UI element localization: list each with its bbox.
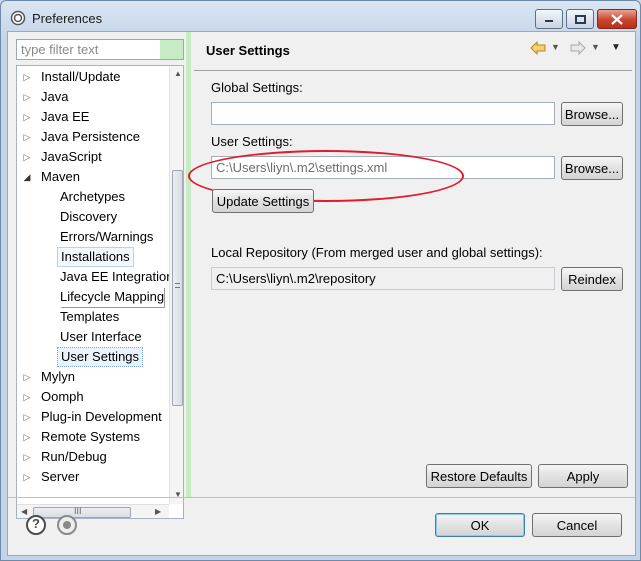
footer-separator bbox=[8, 497, 635, 498]
preferences-window: Preferences type filter text ▷ Install/U… bbox=[0, 0, 641, 561]
title-bar[interactable]: Preferences bbox=[1, 1, 640, 35]
global-browse-button[interactable]: Browse... bbox=[561, 102, 623, 126]
user-settings-label: User Settings: bbox=[211, 134, 293, 149]
expand-arrow-icon[interactable]: ▷ bbox=[22, 107, 32, 127]
global-settings-label: Global Settings: bbox=[211, 80, 303, 95]
scroll-left-icon[interactable]: ◀ bbox=[21, 507, 27, 516]
tree-item-mylyn[interactable]: Mylyn bbox=[41, 367, 75, 387]
maximize-icon bbox=[574, 14, 586, 24]
tree-item-remote-systems[interactable]: Remote Systems bbox=[41, 427, 140, 447]
back-menu-chevron-icon[interactable]: ▼ bbox=[551, 42, 560, 52]
back-arrow-icon[interactable] bbox=[530, 40, 546, 58]
view-menu-icon[interactable]: ▼ bbox=[611, 42, 621, 53]
expand-arrow-icon[interactable]: ▷ bbox=[22, 147, 32, 167]
tree-item-archetypes[interactable]: Archetypes bbox=[60, 187, 125, 207]
maximize-button[interactable] bbox=[566, 9, 594, 29]
grip-icon bbox=[175, 283, 180, 288]
global-settings-field[interactable] bbox=[211, 102, 555, 125]
collapse-arrow-icon[interactable]: ◢ bbox=[22, 167, 32, 187]
tree-item-install-update[interactable]: Install/Update bbox=[41, 67, 121, 87]
grip-icon: III bbox=[74, 506, 82, 516]
filter-input[interactable]: type filter text bbox=[16, 39, 184, 60]
close-icon bbox=[611, 13, 623, 25]
tree-item-user-interface[interactable]: User Interface bbox=[60, 327, 142, 347]
apply-button[interactable]: Apply bbox=[538, 464, 628, 488]
ok-button[interactable]: OK bbox=[435, 513, 525, 537]
tree-item-maven[interactable]: Maven bbox=[41, 167, 80, 187]
minimize-button[interactable] bbox=[535, 9, 563, 29]
dialog-client-area: type filter text ▷ Install/Update ▷ Java… bbox=[7, 31, 636, 556]
expand-arrow-icon[interactable]: ▷ bbox=[22, 407, 32, 427]
tree-item-installations[interactable]: Installations bbox=[57, 247, 134, 267]
tree-item-plugin-development[interactable]: Plug-in Development bbox=[41, 407, 162, 427]
tree-item-lifecycle-mapping[interactable]: Lifecycle Mapping bbox=[60, 287, 164, 307]
forward-arrow-icon[interactable] bbox=[570, 40, 586, 58]
tree-item-java-ee-integration[interactable]: Java EE Integration bbox=[60, 267, 173, 287]
local-repository-field[interactable]: C:\Users\liyn\.m2\repository bbox=[211, 267, 555, 290]
expand-arrow-icon[interactable]: ▷ bbox=[22, 427, 32, 447]
cancel-button[interactable]: Cancel bbox=[532, 513, 622, 537]
page-title: User Settings bbox=[206, 43, 290, 58]
tree-item-oomph[interactable]: Oomph bbox=[41, 387, 84, 407]
reindex-button[interactable]: Reindex bbox=[561, 267, 623, 291]
header-separator bbox=[194, 70, 632, 71]
eclipse-app-icon bbox=[10, 10, 26, 26]
user-browse-button[interactable]: Browse... bbox=[561, 156, 623, 180]
help-icon[interactable]: ? bbox=[26, 515, 46, 535]
expand-arrow-icon[interactable]: ▷ bbox=[22, 387, 32, 407]
update-settings-button[interactable]: Update Settings bbox=[212, 189, 314, 213]
forward-menu-chevron-icon[interactable]: ▼ bbox=[591, 42, 600, 52]
tree-item-javascript[interactable]: JavaScript bbox=[41, 147, 102, 167]
window-title: Preferences bbox=[32, 11, 103, 26]
expand-arrow-icon[interactable]: ▷ bbox=[22, 367, 32, 387]
expand-arrow-icon[interactable]: ▷ bbox=[22, 127, 32, 147]
close-button[interactable] bbox=[597, 9, 637, 29]
preference-tree[interactable]: ▷ Install/Update ▷ Java ▷ Java EE ▷ Java… bbox=[16, 65, 184, 519]
tree-item-server[interactable]: Server bbox=[41, 467, 79, 487]
filter-clear-button[interactable] bbox=[160, 40, 183, 59]
record-macro-icon[interactable] bbox=[57, 515, 77, 535]
expand-arrow-icon[interactable]: ▷ bbox=[22, 67, 32, 87]
filter-placeholder: type filter text bbox=[21, 42, 99, 57]
tree-item-java[interactable]: Java bbox=[41, 87, 68, 107]
tree-item-java-ee[interactable]: Java EE bbox=[41, 107, 89, 127]
expand-arrow-icon[interactable]: ▷ bbox=[22, 447, 32, 467]
tree-item-errors-warnings[interactable]: Errors/Warnings bbox=[60, 227, 153, 247]
restore-defaults-button[interactable]: Restore Defaults bbox=[426, 464, 532, 488]
tree-item-run-debug[interactable]: Run/Debug bbox=[41, 447, 107, 467]
tree-item-java-persistence[interactable]: Java Persistence bbox=[41, 127, 140, 147]
expand-arrow-icon[interactable]: ▷ bbox=[22, 87, 32, 107]
pane-sash[interactable] bbox=[186, 32, 191, 497]
vertical-scroll-thumb[interactable] bbox=[172, 170, 183, 406]
expand-arrow-icon[interactable]: ▷ bbox=[22, 467, 32, 487]
scroll-up-icon[interactable]: ▲ bbox=[174, 69, 182, 78]
tree-item-user-settings[interactable]: User Settings bbox=[57, 347, 144, 367]
minimize-icon bbox=[545, 20, 553, 22]
tree-item-discovery[interactable]: Discovery bbox=[60, 207, 117, 227]
scroll-right-icon[interactable]: ▶ bbox=[155, 507, 161, 516]
horizontal-scroll-thumb[interactable]: III bbox=[33, 506, 131, 518]
tree-vertical-scrollbar[interactable]: ▲ ▼ bbox=[169, 66, 183, 504]
local-repository-label: Local Repository (From merged user and g… bbox=[211, 245, 543, 260]
tree-item-templates[interactable]: Templates bbox=[60, 307, 119, 327]
